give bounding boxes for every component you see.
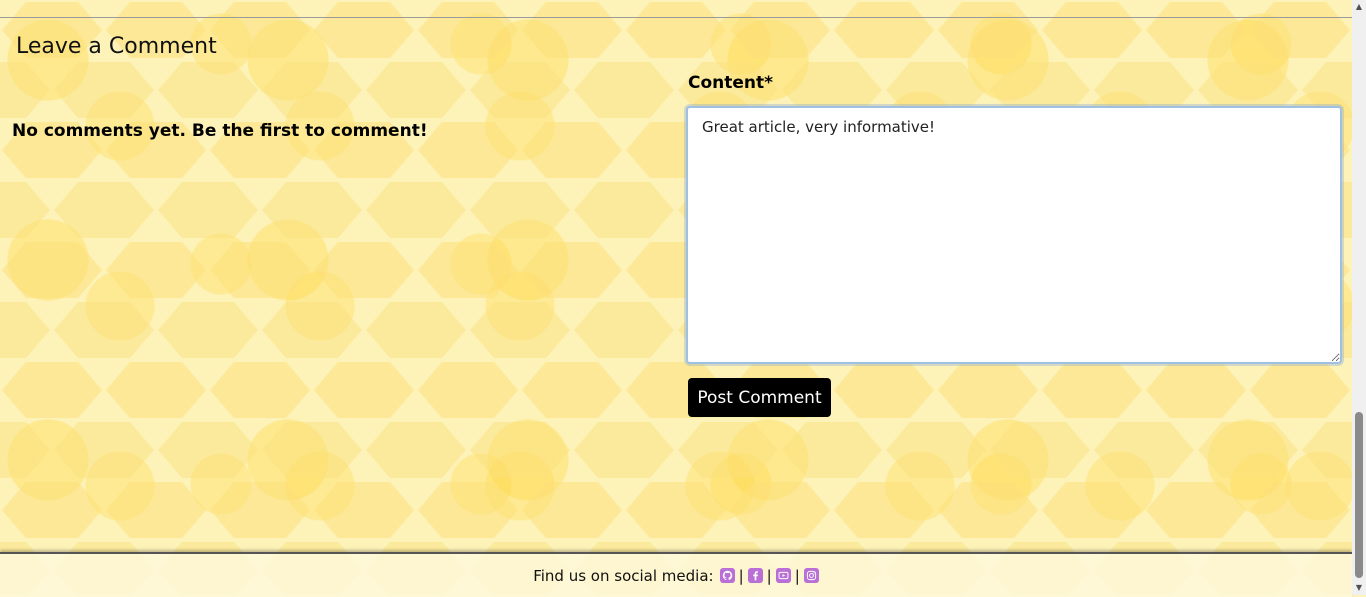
facebook-icon[interactable] [747,568,763,583]
footer: Find us on social media: | | | [0,552,1352,597]
youtube-icon[interactable] [775,568,791,583]
content-label: Content* [688,73,774,93]
scroll-down-arrow-icon[interactable]: ▼ [1352,581,1366,595]
footer-social-text: Find us on social media: [533,566,714,585]
scrollbar-thumb[interactable] [1355,412,1363,578]
github-icon[interactable] [719,568,735,583]
page-scrollbar[interactable]: ▲ ▼ [1352,0,1366,595]
footer-separator: | [794,566,800,585]
scroll-up-arrow-icon[interactable]: ▲ [1352,0,1366,14]
footer-separator: | [766,566,772,585]
comment-content-field[interactable]: Great article, very informative! [686,106,1342,364]
instagram-icon[interactable] [803,568,819,583]
footer-separator: | [738,566,744,585]
no-comments-message: No comments yet. Be the first to comment… [12,121,428,141]
comments-heading: Leave a Comment [16,34,217,59]
section-divider [0,17,1352,18]
post-comment-button[interactable]: Post Comment [688,378,831,417]
